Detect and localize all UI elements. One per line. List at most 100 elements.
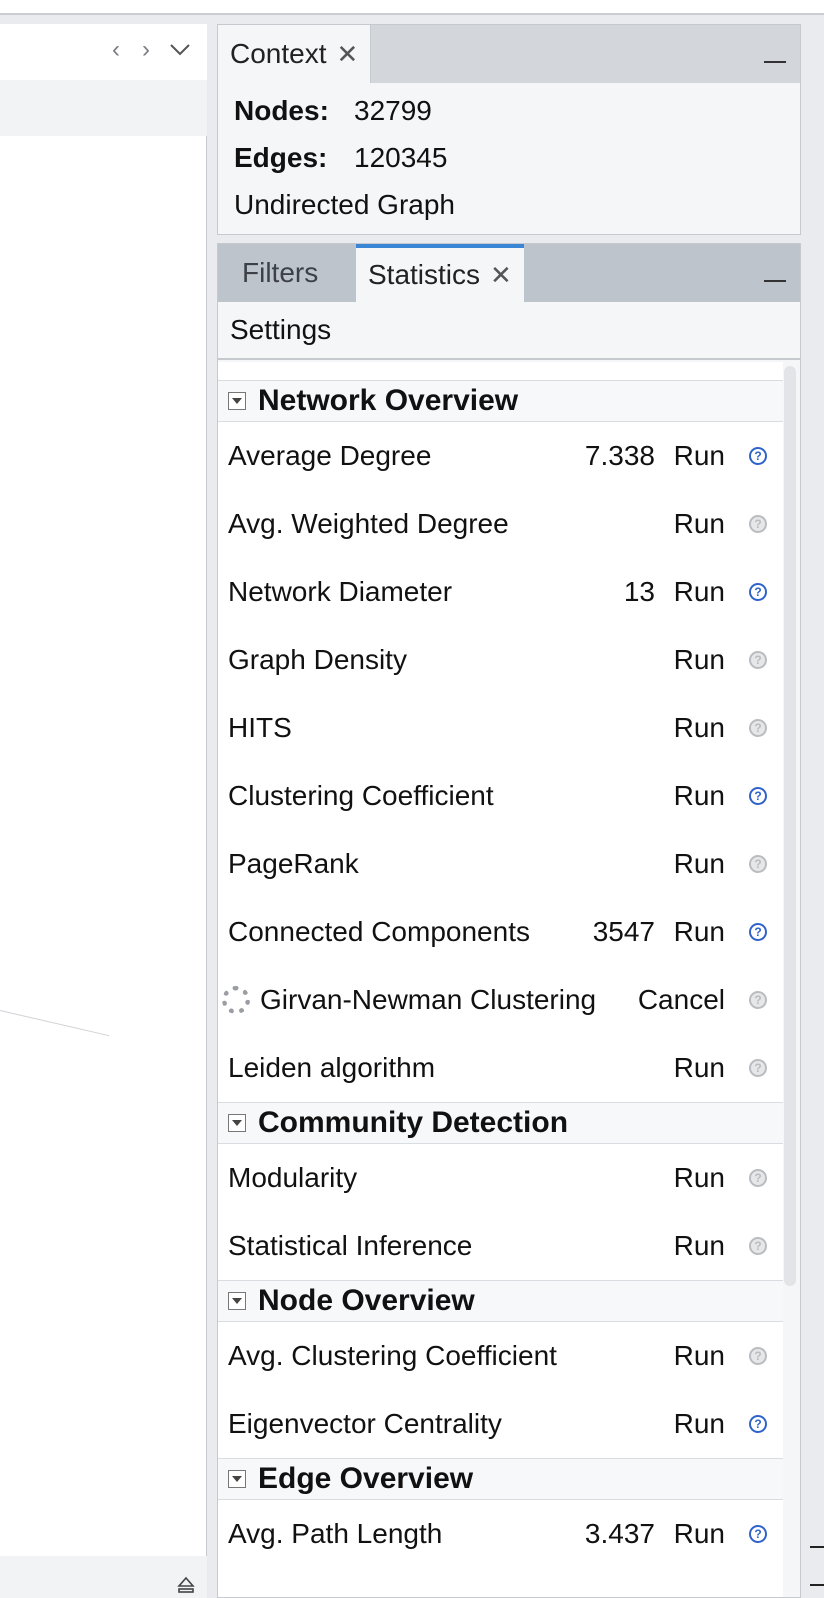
help-icon[interactable]: ?	[749, 923, 767, 941]
collapse-icon[interactable]	[228, 1292, 246, 1310]
run-button[interactable]: Run	[674, 508, 725, 540]
run-button[interactable]: Run	[674, 848, 725, 880]
graph-edge	[0, 1010, 110, 1037]
statistics-list[interactable]: Network Overview Average Degree 7.338 Run? A…	[218, 362, 783, 1597]
help-icon[interactable]: ?	[749, 651, 767, 669]
stat-name: Avg. Weighted Degree	[228, 508, 509, 539]
graph-view-pane[interactable]: ‹ ›	[0, 24, 207, 1598]
help-icon[interactable]: ?	[749, 447, 767, 465]
run-button[interactable]: Run	[674, 576, 725, 608]
stat-row: Leiden algorithm Run?	[218, 1034, 783, 1102]
help-icon[interactable]: ?	[749, 855, 767, 873]
stat-row: Avg. Path Length 3.437 Run?	[218, 1500, 783, 1568]
stat-name: PageRank	[228, 848, 359, 879]
run-button[interactable]: Run	[674, 1408, 725, 1440]
right-window-edge	[801, 24, 824, 1598]
section-title: Community Detection	[258, 1106, 569, 1139]
settings-button[interactable]: Settings	[218, 302, 800, 360]
stat-value: 3547	[592, 916, 655, 947]
stat-row: Clustering Coefficient Run?	[218, 762, 783, 830]
window-top-border	[0, 0, 824, 15]
help-icon[interactable]: ?	[749, 719, 767, 737]
stat-row: Average Degree 7.338 Run?	[218, 422, 783, 490]
run-button[interactable]: Run	[674, 1340, 725, 1372]
edges-value: 120345	[354, 142, 448, 173]
stat-row: Graph Density Run?	[218, 626, 783, 694]
stat-row: Network Diameter 13 Run?	[218, 558, 783, 626]
stat-row: Modularity Run?	[218, 1144, 783, 1212]
section-header[interactable]: Community Detection	[218, 1102, 783, 1144]
context-panel: Context ✕ Nodes: 32799 Edges: 120345 Und…	[217, 24, 801, 235]
help-icon[interactable]: ?	[749, 1169, 767, 1187]
stat-row: Statistical Inference Run?	[218, 1212, 783, 1280]
stats-section: Node Overview Avg. Clustering Coefficient…	[218, 1280, 783, 1458]
help-icon[interactable]: ?	[749, 1059, 767, 1077]
section-title: Network Overview	[258, 384, 519, 417]
stat-value: 13	[623, 576, 655, 607]
tab-filters-label: Filters	[242, 257, 319, 288]
settings-label: Settings	[230, 314, 332, 345]
stat-name: Statistical Inference	[228, 1230, 473, 1261]
help-icon[interactable]: ?	[749, 1525, 767, 1543]
run-button[interactable]: Run	[674, 712, 725, 744]
collapse-icon[interactable]	[228, 392, 246, 410]
chevron-down-icon[interactable]	[166, 36, 194, 64]
collapse-icon[interactable]	[228, 1470, 246, 1488]
stat-row: Eigenvector Centrality Run?	[218, 1390, 783, 1458]
stats-section: Network Overview Average Degree 7.338 Run? A…	[218, 380, 783, 1102]
help-icon[interactable]: ?	[749, 1237, 767, 1255]
stat-row: Girvan-Newman Clustering Cancel?	[218, 966, 783, 1034]
run-button[interactable]: Run	[674, 440, 725, 472]
help-icon[interactable]: ?	[749, 991, 767, 1009]
stats-section: Edge Overview Avg. Path Length 3.437 Run?	[218, 1458, 783, 1568]
chevron-right-icon[interactable]: ›	[132, 36, 160, 64]
run-button[interactable]: Run	[674, 916, 725, 948]
chevron-left-icon[interactable]: ‹	[102, 36, 130, 64]
stats-section: Community Detection Modularity Run? Statist…	[218, 1102, 783, 1280]
section-header[interactable]: Edge Overview	[218, 1458, 783, 1500]
stat-name: Avg. Path Length	[228, 1518, 443, 1549]
help-icon[interactable]: ?	[749, 583, 767, 601]
nodes-value: 32799	[354, 95, 432, 126]
spinner-icon	[222, 986, 250, 1014]
nodes-row: Nodes: 32799	[234, 95, 432, 127]
stat-value: 7.338	[584, 440, 655, 471]
edge-marks	[810, 1546, 824, 1586]
minimize-icon[interactable]	[764, 262, 786, 284]
stat-name: Avg. Clustering Coefficient	[228, 1340, 557, 1371]
splitter[interactable]	[207, 24, 217, 1598]
cancel-button[interactable]: Cancel	[638, 984, 725, 1016]
help-icon[interactable]: ?	[749, 1415, 767, 1433]
run-button[interactable]: Run	[674, 1052, 725, 1084]
stat-row: Connected Components 3547 Run?	[218, 898, 783, 966]
stat-name: Leiden algorithm	[228, 1052, 436, 1083]
stat-row: PageRank Run?	[218, 830, 783, 898]
run-button[interactable]: Run	[674, 644, 725, 676]
help-icon[interactable]: ?	[749, 515, 767, 533]
run-button[interactable]: Run	[674, 1230, 725, 1262]
stat-row: Avg. Clustering Coefficient Run?	[218, 1322, 783, 1390]
stat-name: Clustering Coefficient	[228, 780, 494, 811]
vertical-scrollbar[interactable]	[784, 366, 796, 1286]
run-button[interactable]: Run	[674, 780, 725, 812]
help-icon[interactable]: ?	[749, 1347, 767, 1365]
tab-filters[interactable]: Filters	[230, 244, 330, 302]
close-icon[interactable]: ✕	[490, 260, 512, 291]
stat-name: Graph Density	[228, 644, 407, 675]
run-button[interactable]: Run	[674, 1162, 725, 1194]
stat-row: HITS Run?	[218, 694, 783, 762]
edges-row: Edges: 120345	[234, 142, 447, 174]
minimize-icon[interactable]	[764, 43, 786, 65]
run-button[interactable]: Run	[674, 1518, 725, 1550]
section-header[interactable]: Node Overview	[218, 1280, 783, 1322]
eject-icon[interactable]	[175, 1574, 197, 1596]
close-icon[interactable]: ✕	[337, 39, 359, 70]
help-icon[interactable]: ?	[749, 787, 767, 805]
collapse-icon[interactable]	[228, 1114, 246, 1132]
section-header[interactable]: Network Overview	[218, 380, 783, 422]
tab-context-label: Context	[230, 38, 327, 69]
tab-statistics[interactable]: Statistics ✕	[356, 244, 524, 302]
context-tabbar: Context ✕	[218, 25, 800, 83]
stat-name: Network Diameter	[228, 576, 453, 607]
tab-context[interactable]: Context ✕	[218, 25, 372, 83]
